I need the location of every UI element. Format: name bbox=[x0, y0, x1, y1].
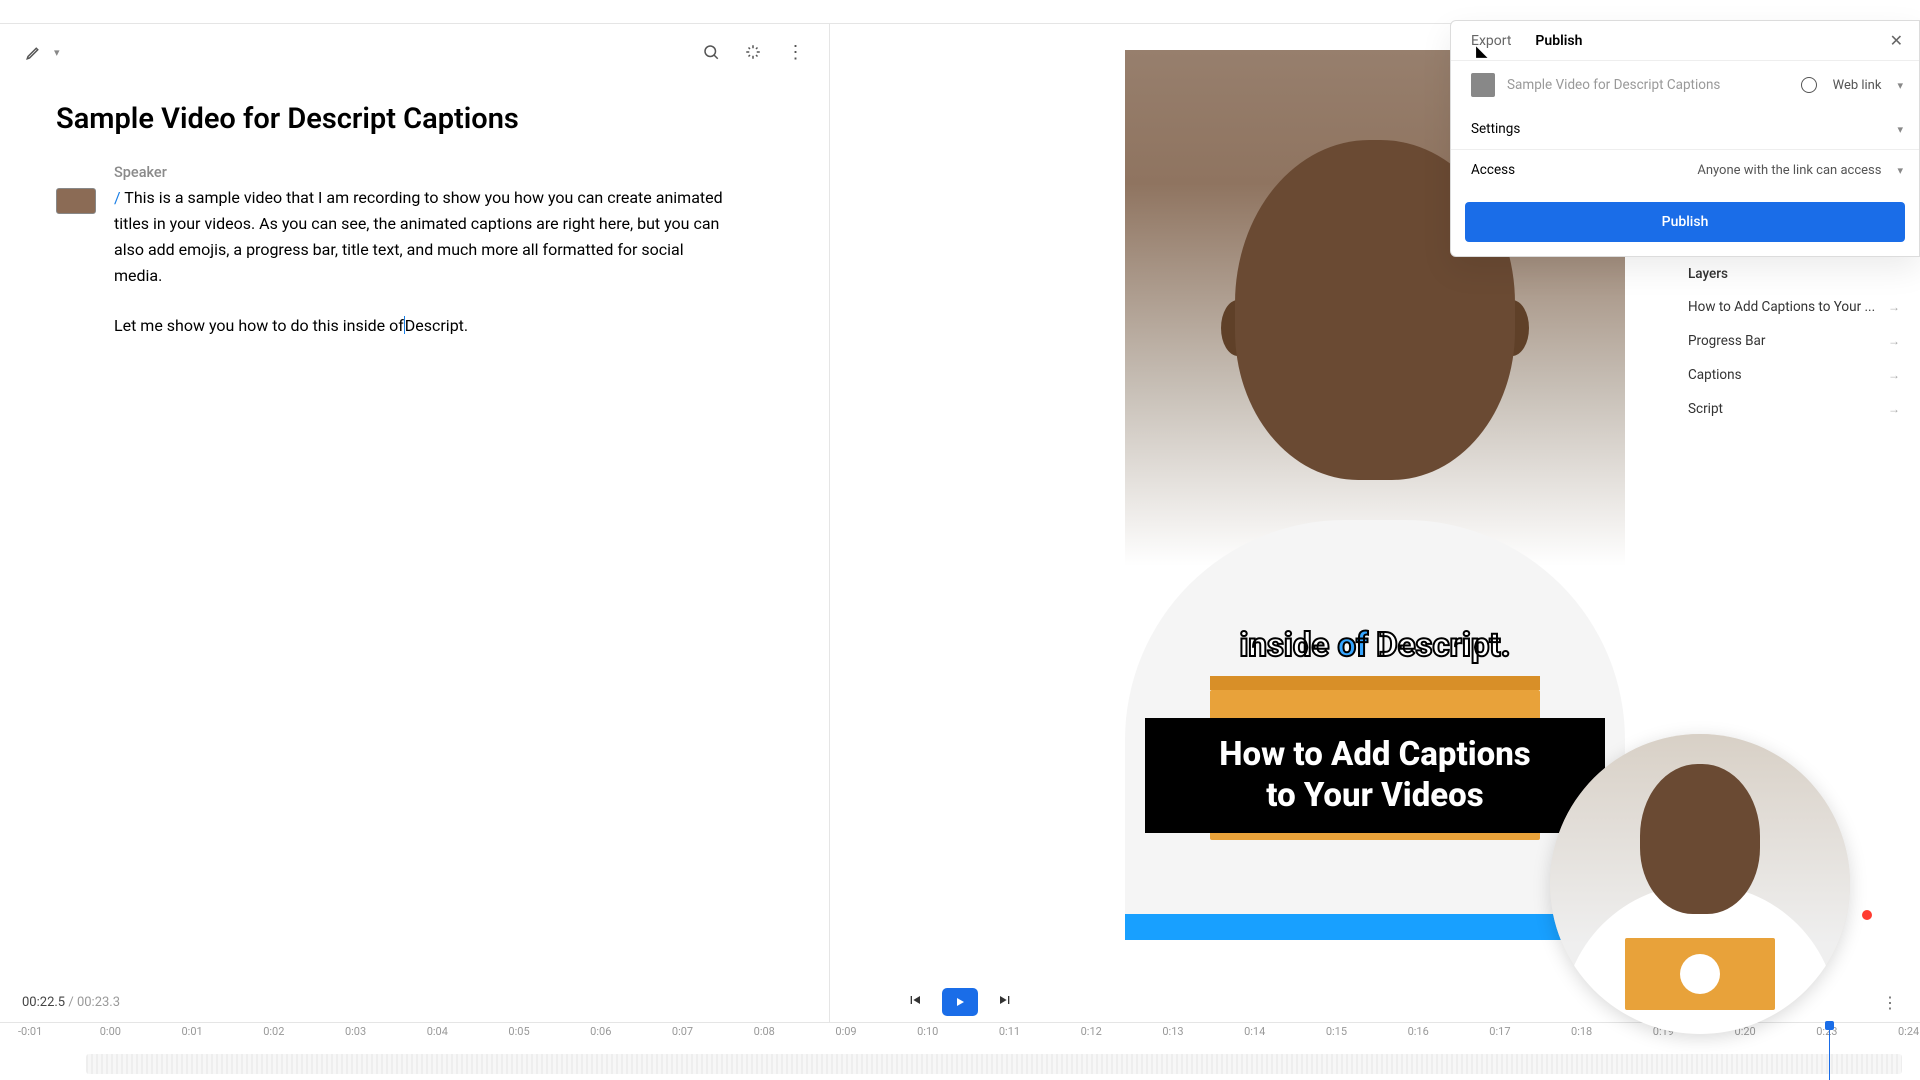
arrow-right-icon: → bbox=[1888, 300, 1900, 314]
tick-label: 0:08 bbox=[754, 1025, 775, 1038]
tick-label: 0:05 bbox=[508, 1025, 529, 1038]
layers-heading: Layers bbox=[1668, 258, 1920, 290]
script-panel: ▾ ⋮ Sample Video for Descript Captions S… bbox=[0, 24, 830, 1022]
text-cursor bbox=[404, 316, 405, 334]
pen-icon[interactable] bbox=[20, 38, 48, 66]
video-progress-bar bbox=[1125, 914, 1615, 940]
transcript-paragraph-2[interactable]: Let me show you how to do this inside of… bbox=[114, 313, 734, 339]
tick-label: 0:06 bbox=[590, 1025, 611, 1038]
record-indicator bbox=[1862, 910, 1872, 920]
clip-thumbnail[interactable] bbox=[56, 188, 96, 214]
access-value[interactable]: Anyone with the link can access bbox=[1697, 163, 1881, 178]
link-type[interactable]: Web link bbox=[1833, 78, 1882, 93]
layers-panel: Layers How to Add Captions to Your ...→ … bbox=[1668, 254, 1920, 430]
close-icon[interactable]: ✕ bbox=[1890, 31, 1903, 50]
layer-item[interactable]: How to Add Captions to Your ...→ bbox=[1668, 290, 1920, 324]
chevron-down-icon[interactable]: ▾ bbox=[1897, 79, 1903, 92]
project-title[interactable]: Sample Video for Descript Captions bbox=[56, 102, 773, 136]
transcript-block: Speaker / This is a sample video that I … bbox=[0, 154, 829, 339]
layer-item[interactable]: Progress Bar→ bbox=[1668, 324, 1920, 358]
tick-label: 0:09 bbox=[835, 1025, 856, 1038]
speaker-label[interactable]: Speaker bbox=[114, 164, 734, 181]
chevron-down-icon[interactable]: ▾ bbox=[54, 46, 60, 59]
chevron-down-icon[interactable]: ▾ bbox=[1897, 123, 1903, 136]
sparkle-icon[interactable] bbox=[739, 38, 767, 66]
title-thumb bbox=[1471, 73, 1495, 97]
tick-label: 0:16 bbox=[1408, 1025, 1429, 1038]
tick-label: 0:04 bbox=[427, 1025, 448, 1038]
time-display: 00:22.5 / 00:23.3 bbox=[22, 995, 120, 1010]
tick-label: 0:01 bbox=[181, 1025, 202, 1038]
layer-item[interactable]: Script→ bbox=[1668, 392, 1920, 426]
layer-item[interactable]: Captions→ bbox=[1668, 358, 1920, 392]
tick-label: 0:07 bbox=[672, 1025, 693, 1038]
publish-title[interactable]: Sample Video for Descript Captions bbox=[1507, 77, 1720, 93]
tick-label: 0:03 bbox=[345, 1025, 366, 1038]
script-toolbar: ▾ ⋮ bbox=[0, 24, 829, 80]
timeline-track[interactable] bbox=[86, 1054, 1902, 1074]
more-vert-icon[interactable]: ⋮ bbox=[781, 38, 809, 66]
tick-label: -0:01 bbox=[18, 1025, 42, 1038]
chevron-down-icon[interactable]: ▾ bbox=[1897, 164, 1903, 177]
arrow-right-icon: → bbox=[1888, 368, 1900, 382]
tick-label: 0:00 bbox=[100, 1025, 121, 1038]
access-label: Access bbox=[1471, 162, 1515, 178]
video-title-overlay: How to Add Captions to Your Videos bbox=[1145, 718, 1605, 833]
skip-forward-button[interactable] bbox=[996, 992, 1012, 1012]
scene-marker: / bbox=[114, 188, 121, 207]
tick-label: 0:14 bbox=[1244, 1025, 1265, 1038]
search-icon[interactable] bbox=[697, 38, 725, 66]
animated-caption: inside of Descript. bbox=[1125, 626, 1625, 665]
arrow-right-icon: → bbox=[1888, 334, 1900, 348]
mouse-cursor: ◣ bbox=[1476, 42, 1488, 60]
settings-row[interactable]: Settings ▾ bbox=[1451, 109, 1919, 149]
tick-label: 0:13 bbox=[1162, 1025, 1183, 1038]
tick-label: 0:12 bbox=[1081, 1025, 1102, 1038]
tick-label: 0:02 bbox=[263, 1025, 284, 1038]
tab-publish[interactable]: Publish bbox=[1535, 33, 1582, 49]
webcam-overlay[interactable] bbox=[1550, 734, 1850, 1034]
arrow-right-icon: → bbox=[1888, 402, 1900, 416]
play-button[interactable] bbox=[942, 988, 978, 1016]
tick-label: 0:11 bbox=[999, 1025, 1020, 1038]
publish-panel: Export Publish ✕ Sample Video for Descri… bbox=[1450, 20, 1920, 257]
globe-icon bbox=[1801, 77, 1817, 93]
more-vert-icon[interactable]: ⋮ bbox=[1882, 993, 1898, 1012]
skip-back-button[interactable] bbox=[908, 992, 924, 1012]
transcript-paragraph-1[interactable]: / This is a sample video that I am recor… bbox=[114, 185, 734, 289]
tick-label: 0:15 bbox=[1326, 1025, 1347, 1038]
tick-label: 0:17 bbox=[1489, 1025, 1510, 1038]
publish-button[interactable]: Publish bbox=[1465, 202, 1905, 242]
tick-label: 0:24 bbox=[1898, 1025, 1919, 1038]
tick-label: 0:10 bbox=[917, 1025, 938, 1038]
